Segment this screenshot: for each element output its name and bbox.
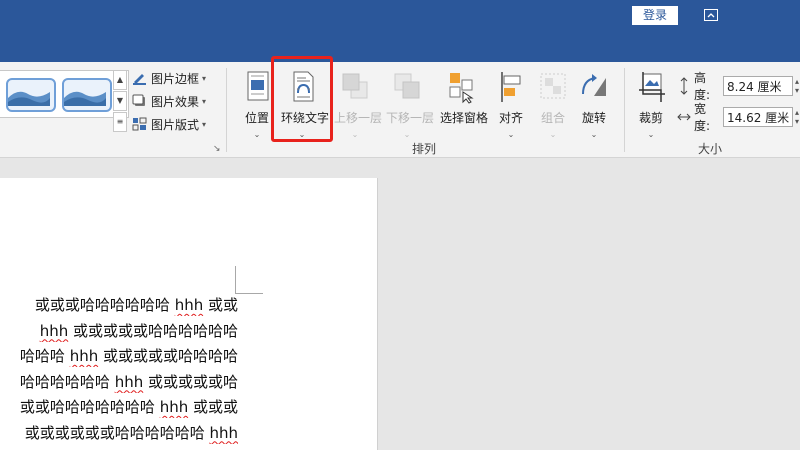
bring-forward-button[interactable]: 上移一层 ⌄ xyxy=(334,70,383,139)
chevron-up-icon[interactable]: ▲ xyxy=(113,70,127,90)
spelling-error-word: hhh xyxy=(209,423,238,442)
title-bar: 登录 xyxy=(0,0,800,62)
spelling-error-word: hhh xyxy=(69,347,99,365)
group-label: 组合 xyxy=(540,111,565,125)
picture-effects-icon xyxy=(132,94,145,106)
text-run: 或或或 xyxy=(188,398,238,416)
height-input[interactable]: 8.24 厘米 xyxy=(723,76,793,96)
more-icon[interactable]: ≡ xyxy=(113,112,127,132)
text-run: 或或或或或或哈哈哈哈哈哈 xyxy=(24,423,210,442)
text-run: 或或 xyxy=(203,296,238,314)
picture-style-thumbnail[interactable] xyxy=(6,78,56,112)
ribbon-display-icon xyxy=(704,9,718,21)
chevron-down-icon: ⌄ xyxy=(507,130,515,139)
crop-label: 裁剪 xyxy=(638,111,663,125)
spelling-error-word: hhh xyxy=(39,321,69,340)
width-row: 宽度: 14.62 厘米 ▴ ▾ xyxy=(677,102,799,133)
rotate-icon xyxy=(582,74,606,96)
arrange-group-label: 排列 xyxy=(412,142,437,156)
crop-icon xyxy=(639,72,665,102)
picture-layout-label: 图片版式 xyxy=(151,117,200,132)
selection-pane-label: 选择窗格 xyxy=(440,111,489,125)
login-button[interactable]: 登录 xyxy=(632,6,678,25)
ribbon-picture-format: ▲ ▼ ≡ 图片边框 ▾ 图片效果 ▾ 图片版式 ▾ ↘ 位置 ⌄ 环绕文字 ⌄… xyxy=(0,62,800,158)
height-row: 高度: 8.24 厘米 ▴ ▾ xyxy=(677,71,799,102)
chevron-down-icon: ▾ xyxy=(202,96,207,106)
chevron-down-icon: ▾ xyxy=(202,73,207,83)
send-backward-label: 下移一层 xyxy=(386,111,435,125)
group-separator xyxy=(226,68,227,152)
chevron-down-icon[interactable]: ▼ xyxy=(113,91,127,111)
ribbon-display-options-button[interactable] xyxy=(700,6,722,25)
picture-border-button[interactable]: 图片边框 ▾ xyxy=(132,68,206,88)
group-separator xyxy=(624,68,625,152)
picture-layout-icon xyxy=(132,117,147,131)
bring-forward-icon xyxy=(342,73,368,99)
height-spinner[interactable]: ▴ ▾ xyxy=(795,77,799,95)
text-run: 或或或或或哈哈哈哈哈哈 xyxy=(68,321,238,340)
selection-pane-button[interactable]: 选择窗格 xyxy=(440,70,489,126)
align-icon xyxy=(501,72,521,102)
position-icon xyxy=(247,71,269,101)
rotate-button[interactable]: 旋转 ⌄ xyxy=(573,70,615,139)
height-icon xyxy=(680,77,688,95)
text-run: 哈哈哈 xyxy=(19,347,70,365)
width-spinner[interactable]: ▴ ▾ xyxy=(795,108,799,126)
document-text-line: 哈哈哈哈哈哈 hhh 或或或或或哈 xyxy=(0,371,238,393)
chevron-down-icon: ⌄ xyxy=(647,130,655,139)
margin-crop-mark xyxy=(235,266,263,294)
dialog-launcher-icon[interactable]: ↘ xyxy=(213,144,221,154)
align-label: 对齐 xyxy=(498,111,523,125)
document-text-line: 或或或或或或哈哈哈哈哈哈 hhh xyxy=(0,422,238,444)
spelling-error-word: hhh xyxy=(159,398,189,416)
landscape-icon xyxy=(64,91,106,106)
picture-layout-button[interactable]: 图片版式 ▾ xyxy=(132,114,206,134)
group-button[interactable]: 组合 ⌄ xyxy=(532,70,574,139)
picture-border-icon xyxy=(133,74,146,85)
text-run: 或或或或或哈哈哈哈 xyxy=(98,347,238,365)
width-icon xyxy=(677,113,691,121)
spelling-error-word: hhh xyxy=(174,296,204,314)
selection-pane-icon xyxy=(449,73,474,104)
width-label: 宽度: xyxy=(694,102,711,133)
chevron-down-icon: ⌄ xyxy=(590,130,598,139)
size-group-label: 大小 xyxy=(698,142,723,156)
spelling-error-word: hhh xyxy=(114,372,144,391)
picture-effects-button[interactable]: 图片效果 ▾ xyxy=(132,91,206,111)
document-text-line: 或或哈哈哈哈哈哈哈 hhh 或或或 xyxy=(0,396,238,418)
document-text-line: 或或或哈哈哈哈哈哈 hhh 或或 xyxy=(0,294,238,316)
width-input[interactable]: 14.62 厘米 xyxy=(723,107,793,127)
chevron-down-icon: ⌄ xyxy=(403,130,411,139)
wrap-text-highlight xyxy=(271,56,333,142)
rotate-label: 旋转 xyxy=(581,111,606,125)
picture-border-label: 图片边框 xyxy=(151,71,200,86)
send-backward-button[interactable]: 下移一层 ⌄ xyxy=(386,70,435,139)
text-run: 或或哈哈哈哈哈哈哈 xyxy=(19,398,160,416)
picture-effects-label: 图片效果 xyxy=(151,94,200,109)
group-icon xyxy=(540,73,566,99)
landscape-icon xyxy=(8,91,50,106)
text-run: 哈哈哈哈哈哈 xyxy=(19,372,115,391)
document-text-line: 哈哈哈 hhh 或或或或或哈哈哈哈 xyxy=(0,345,238,367)
picture-style-thumbnail[interactable] xyxy=(62,78,112,112)
picture-styles-gallery xyxy=(0,70,129,118)
height-label: 高度: xyxy=(694,71,711,102)
align-button[interactable]: 对齐 ⌄ xyxy=(490,70,532,139)
send-backward-icon xyxy=(394,73,420,99)
text-run: 或或或或或哈 xyxy=(143,372,238,391)
document-text-line: hhh 或或或或或哈哈哈哈哈哈 xyxy=(0,320,238,342)
chevron-down-icon: ▾ xyxy=(202,119,207,129)
chevron-down-icon: ⌄ xyxy=(351,130,359,139)
bring-forward-label: 上移一层 xyxy=(334,111,383,125)
crop-button[interactable]: 裁剪 ⌄ xyxy=(630,70,672,139)
gallery-scroll[interactable]: ▲ ▼ ≡ xyxy=(113,70,127,132)
text-run: 或或或哈哈哈哈哈哈 xyxy=(34,296,175,314)
chevron-down-icon: ⌄ xyxy=(549,130,557,139)
document-page[interactable]: 或或或哈哈哈哈哈哈 hhh 或或 hhh 或或或或或哈哈哈哈哈哈 哈哈哈 hhh 或… xyxy=(0,178,378,450)
